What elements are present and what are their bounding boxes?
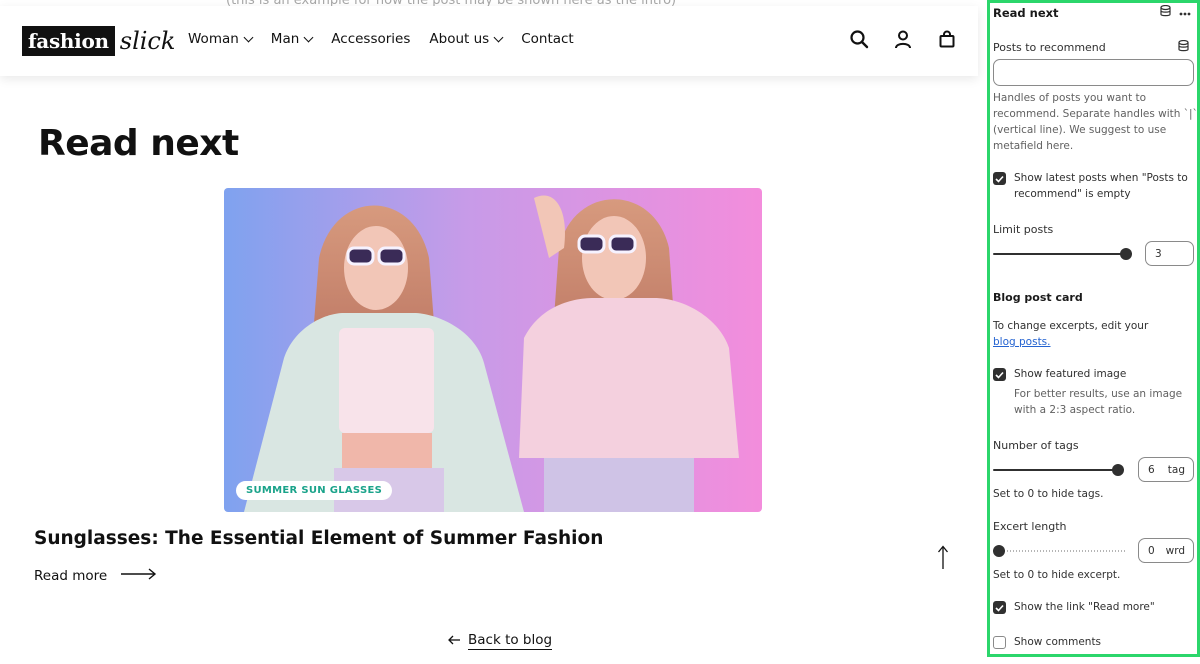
blog-posts-link[interactable]: blog posts. bbox=[993, 336, 1051, 348]
panel-header-actions bbox=[1160, 4, 1191, 20]
excerpt-length-slider[interactable] bbox=[993, 544, 1127, 558]
excerpt-length-unit: wrd bbox=[1165, 545, 1185, 557]
logo-script-text: slick bbox=[119, 27, 176, 55]
arrow-right-icon bbox=[121, 568, 157, 584]
back-to-blog-label: Back to blog bbox=[468, 632, 553, 650]
database-icon[interactable] bbox=[1178, 39, 1189, 55]
site-header: fashion slick Woman Man Accessories Abou… bbox=[0, 6, 978, 76]
show-read-more-label: Show the link "Read more" bbox=[1014, 601, 1155, 613]
blog-post-card-help-text: To change excerpts, edit your bbox=[993, 320, 1149, 332]
slider-thumb[interactable] bbox=[1120, 248, 1132, 260]
nav-item-contact[interactable]: Contact bbox=[521, 31, 574, 47]
chevron-down-icon bbox=[243, 32, 254, 42]
logo-box-text: fashion bbox=[22, 26, 115, 56]
excerpt-length-help: Set to 0 to hide excerpt. bbox=[993, 569, 1121, 581]
show-latest-posts-checkbox[interactable]: Show latest posts when "Posts to recomme… bbox=[993, 170, 1194, 202]
show-featured-image-help: For better results, use an image with a … bbox=[1014, 388, 1183, 416]
checkbox-unchecked-icon bbox=[993, 636, 1006, 649]
storefront-preview: (this is an example for how the post may… bbox=[0, 0, 986, 664]
limit-posts-label: Limit posts bbox=[993, 223, 1054, 236]
slider-track bbox=[993, 469, 1117, 471]
nav-item-label: Contact bbox=[521, 31, 574, 47]
posts-to-recommend-help: Handles of posts you want to recommend. … bbox=[993, 92, 1198, 152]
posts-to-recommend-input[interactable] bbox=[993, 59, 1194, 86]
slider-thumb[interactable] bbox=[1112, 464, 1124, 476]
excerpt-length-value: 0 bbox=[1148, 544, 1155, 557]
chevron-down-icon bbox=[303, 32, 314, 42]
excerpt-length-label: Excert length bbox=[993, 520, 1067, 533]
show-featured-image-checkbox[interactable]: Show featured image bbox=[993, 366, 1194, 382]
number-of-tags-help: Set to 0 to hide tags. bbox=[993, 488, 1104, 500]
number-of-tags-slider[interactable] bbox=[993, 463, 1124, 477]
checkbox-checked-icon bbox=[993, 368, 1006, 381]
post-title[interactable]: Sunglasses: The Essential Element of Sum… bbox=[34, 528, 603, 549]
number-of-tags-label: Number of tags bbox=[993, 439, 1079, 452]
nav-item-man[interactable]: Man bbox=[270, 31, 314, 47]
search-icon[interactable] bbox=[848, 28, 870, 50]
post-featured-image[interactable] bbox=[224, 188, 762, 512]
slider-track bbox=[993, 253, 1125, 255]
number-of-tags-input[interactable]: 6 tag bbox=[1138, 457, 1194, 482]
chevron-down-icon bbox=[493, 32, 504, 42]
show-read-more-checkbox[interactable]: Show the link "Read more" bbox=[993, 599, 1194, 615]
blog-post-card-help: To change excerpts, edit your blog posts… bbox=[993, 318, 1197, 350]
read-more-link[interactable]: Read more bbox=[34, 568, 157, 584]
post-tag[interactable]: SUMMER SUN GLASSES bbox=[236, 481, 393, 500]
page-title: Read next bbox=[38, 123, 239, 164]
slider-thumb[interactable] bbox=[993, 545, 1005, 557]
number-of-tags-unit: tag bbox=[1167, 464, 1185, 476]
arrow-left-icon bbox=[448, 633, 460, 649]
back-to-blog-link[interactable]: Back to blog bbox=[448, 632, 553, 650]
site-logo[interactable]: fashion slick bbox=[22, 26, 175, 56]
nav-item-about-us[interactable]: About us bbox=[429, 31, 504, 47]
blog-post-card-heading: Blog post card bbox=[993, 291, 1083, 304]
cart-icon[interactable] bbox=[936, 28, 958, 50]
more-options-icon[interactable] bbox=[1179, 6, 1191, 19]
show-comments-checkbox[interactable]: Show comments bbox=[993, 634, 1194, 650]
account-icon[interactable] bbox=[892, 28, 914, 50]
show-latest-posts-label: Show latest posts when "Posts to recomme… bbox=[1014, 172, 1188, 200]
scroll-to-top-icon[interactable] bbox=[934, 544, 952, 570]
limit-posts-slider[interactable] bbox=[993, 247, 1132, 261]
checkbox-checked-icon bbox=[993, 601, 1006, 614]
show-featured-image-label: Show featured image bbox=[1014, 368, 1127, 380]
nav-item-label: Woman bbox=[188, 31, 239, 47]
posts-to-recommend-label: Posts to recommend bbox=[993, 41, 1106, 54]
nav-item-label: Accessories bbox=[331, 31, 411, 47]
excerpt-length-input[interactable]: 0 wrd bbox=[1138, 538, 1194, 563]
nav-item-label: About us bbox=[429, 31, 490, 47]
database-icon[interactable] bbox=[1160, 4, 1171, 20]
header-actions bbox=[848, 28, 958, 50]
settings-panel: Read next Posts to recommend Handles of … bbox=[987, 0, 1200, 657]
main-nav: Woman Man Accessories About us Contact bbox=[188, 31, 593, 47]
show-comments-label: Show comments bbox=[1014, 636, 1102, 648]
nav-item-accessories[interactable]: Accessories bbox=[331, 31, 410, 47]
number-of-tags-value: 6 bbox=[1148, 463, 1155, 476]
panel-title: Read next bbox=[993, 6, 1059, 20]
nav-item-label: Man bbox=[270, 31, 300, 47]
nav-item-woman[interactable]: Woman bbox=[188, 31, 254, 47]
checkbox-checked-icon bbox=[993, 172, 1006, 185]
slider-track bbox=[1001, 550, 1127, 552]
read-more-label: Read more bbox=[34, 568, 108, 584]
limit-posts-input[interactable]: 3 bbox=[1145, 241, 1194, 266]
